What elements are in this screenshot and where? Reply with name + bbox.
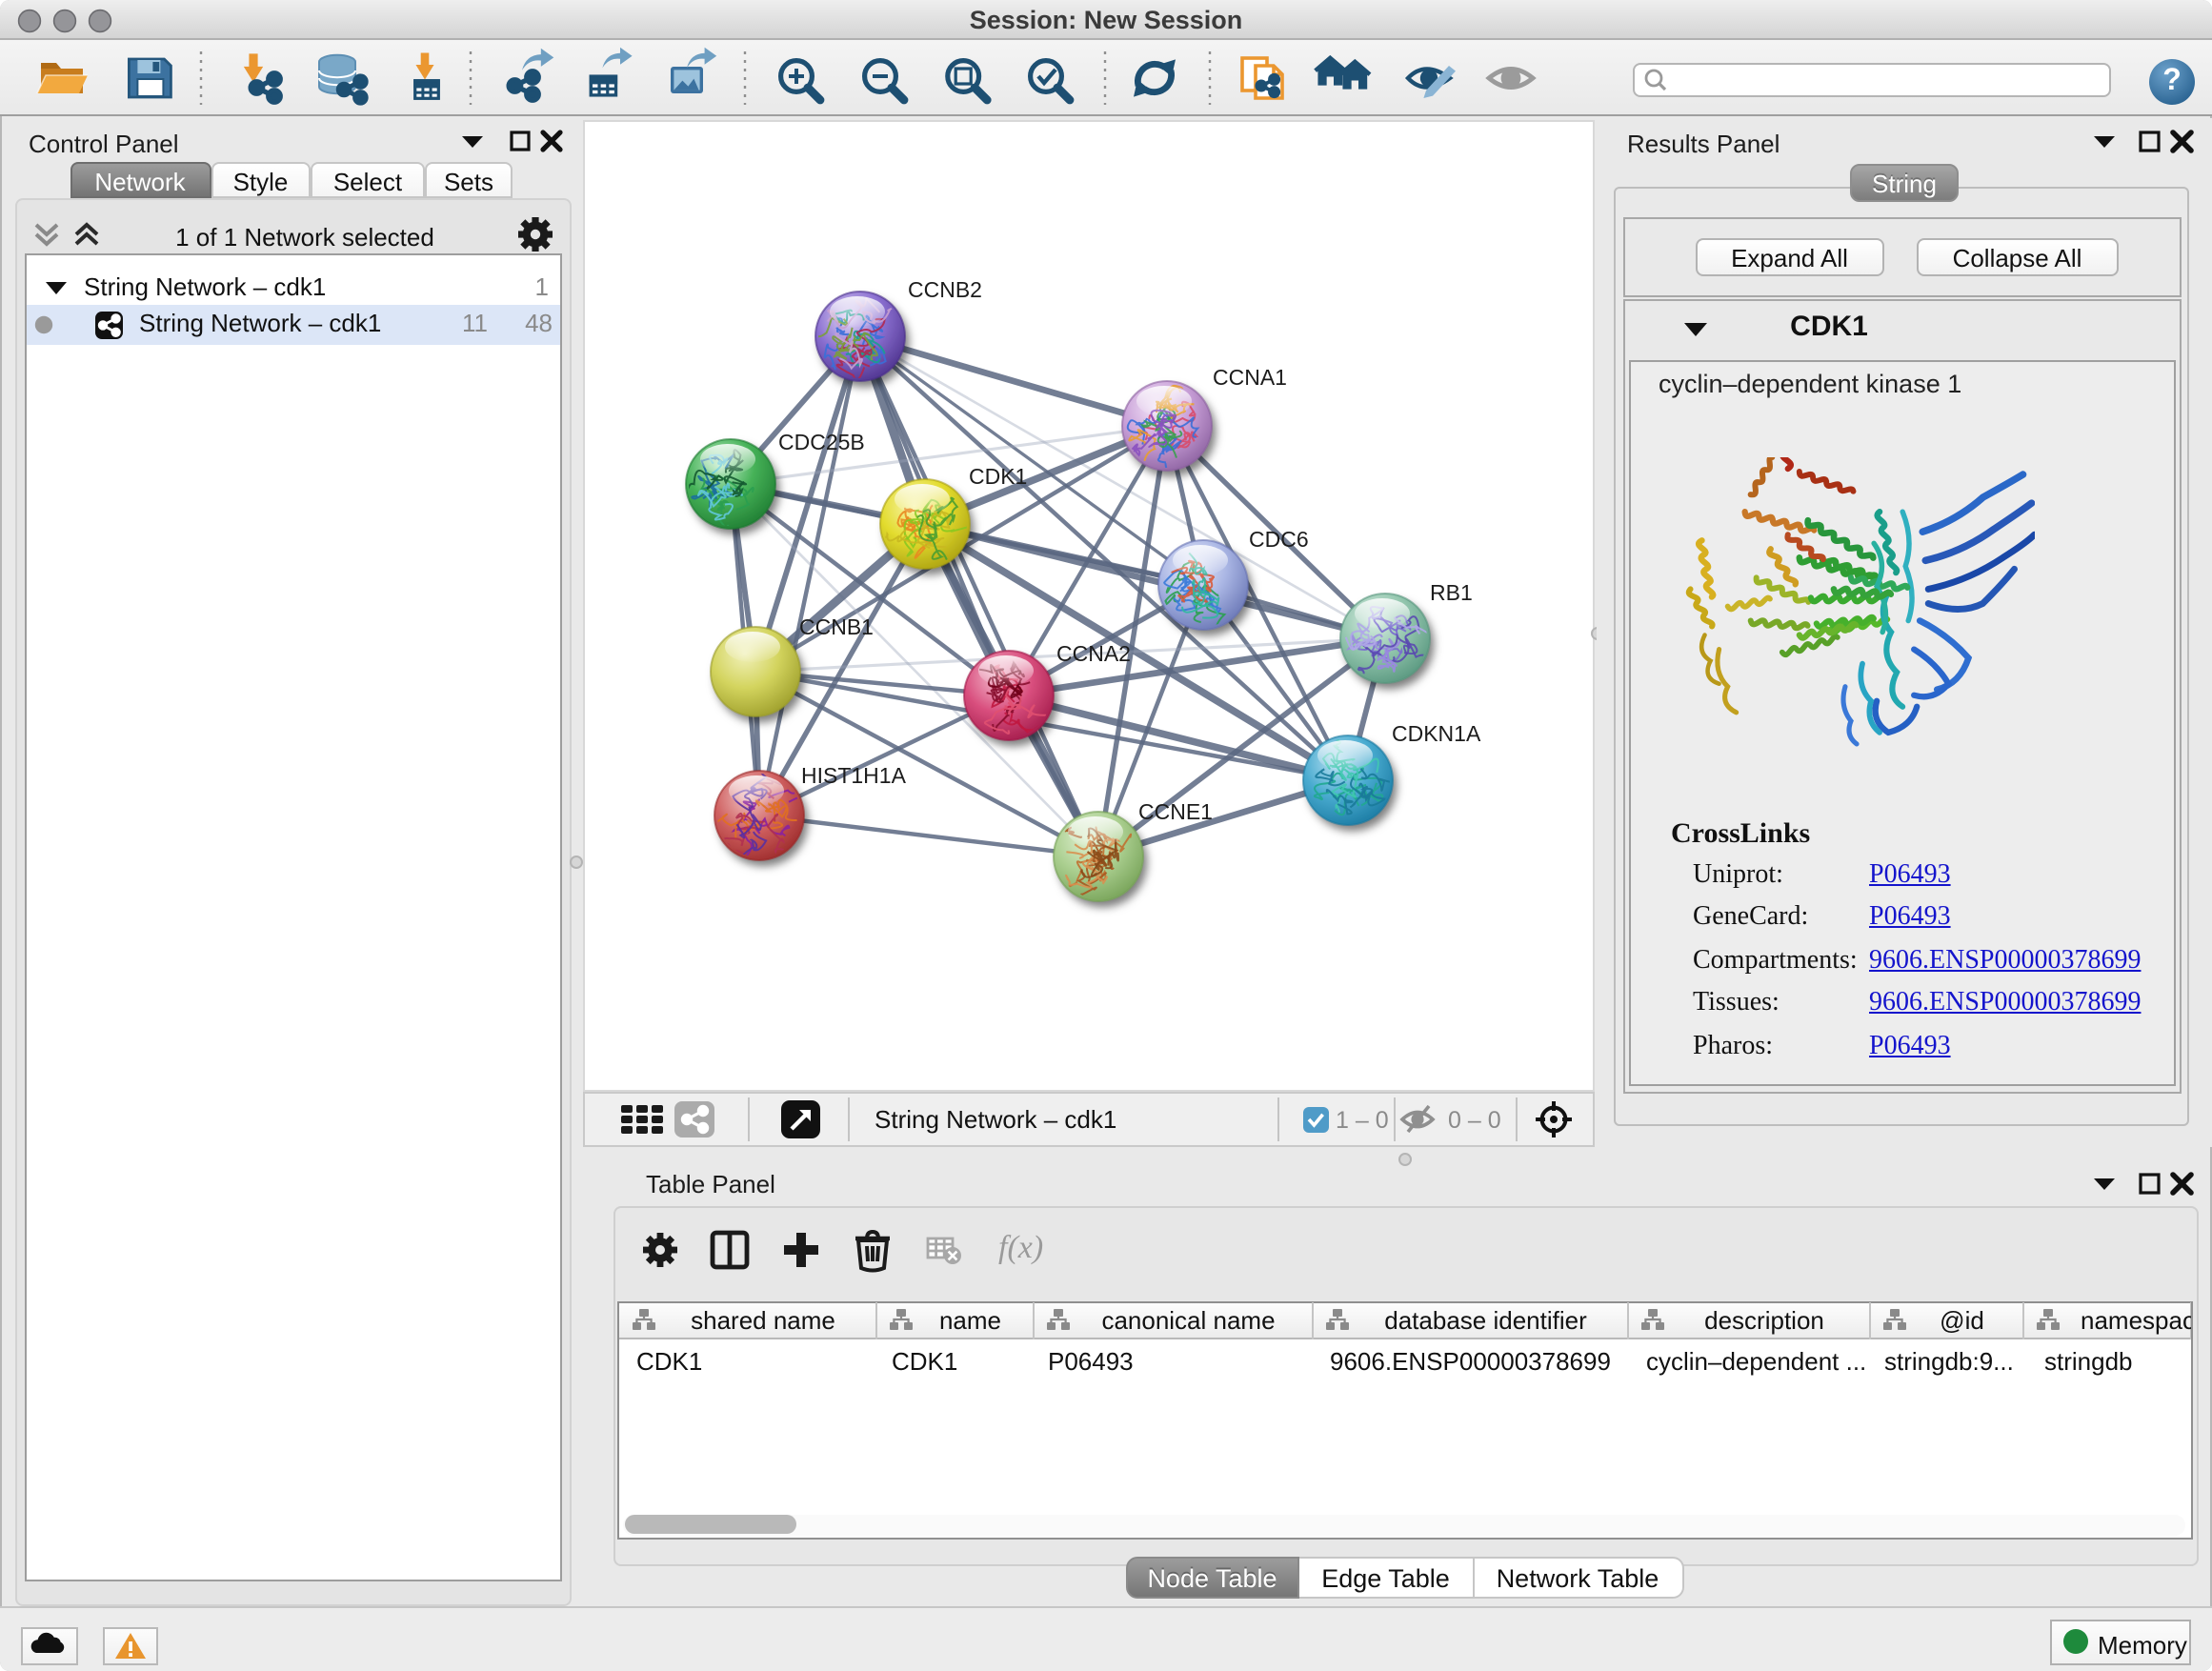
svg-text:CDKN1A: CDKN1A [1391, 721, 1480, 746]
svg-text:CDK1: CDK1 [968, 464, 1026, 489]
svg-text:CCNA2: CCNA2 [1056, 641, 1130, 666]
svg-text:CCNB2: CCNB2 [907, 277, 981, 302]
svg-text:HIST1H1A: HIST1H1A [800, 763, 906, 788]
svg-text:CCNB1: CCNB1 [798, 614, 873, 639]
svg-text:CCNA1: CCNA1 [1212, 365, 1286, 390]
svg-text:RB1: RB1 [1429, 580, 1472, 605]
svg-text:CDC25B: CDC25B [777, 430, 864, 454]
svg-text:CCNE1: CCNE1 [1137, 799, 1212, 824]
svg-text:CDC6: CDC6 [1248, 527, 1308, 552]
